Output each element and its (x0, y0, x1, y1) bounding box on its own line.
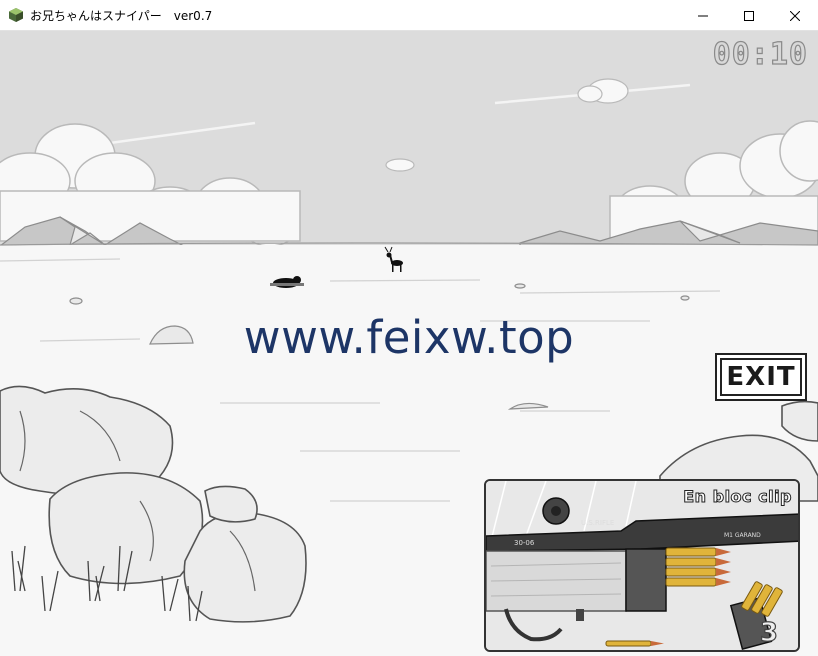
clip-type-label: En bloc clip (683, 487, 792, 507)
game-viewport[interactable]: 00:10 EXIT www.feixw.top U.S.RIFLE 30-06… (0, 31, 818, 656)
maximize-button[interactable] (726, 0, 772, 31)
maximize-icon (744, 10, 754, 21)
watermark: www.feixw.top (243, 311, 575, 364)
countdown-timer: 00:10 (712, 36, 808, 72)
ammo-count: 3 (759, 617, 778, 648)
rifle-maker-marking: M1 GARAND (724, 532, 761, 539)
rifle-illustration: U.S.RIFLE 30-06 M1 GARAND (486, 481, 798, 650)
rifle-model-marking: U.S.RIFLE (581, 519, 614, 527)
close-icon (790, 10, 800, 21)
close-button[interactable] (772, 0, 818, 31)
exit-label: EXIT (726, 362, 796, 392)
window-title: お兄ちゃんはスナイパー ver0.7 (30, 9, 213, 23)
title-bar: お兄ちゃんはスナイパー ver0.7 (0, 0, 818, 31)
app-icon (9, 8, 23, 22)
minimize-icon (698, 15, 708, 16)
ammo-panel: U.S.RIFLE 30-06 M1 GARAND En bloc clip 3 (484, 479, 800, 652)
minimize-button[interactable] (680, 0, 726, 31)
rifle-caliber-marking: 30-06 (514, 539, 535, 547)
